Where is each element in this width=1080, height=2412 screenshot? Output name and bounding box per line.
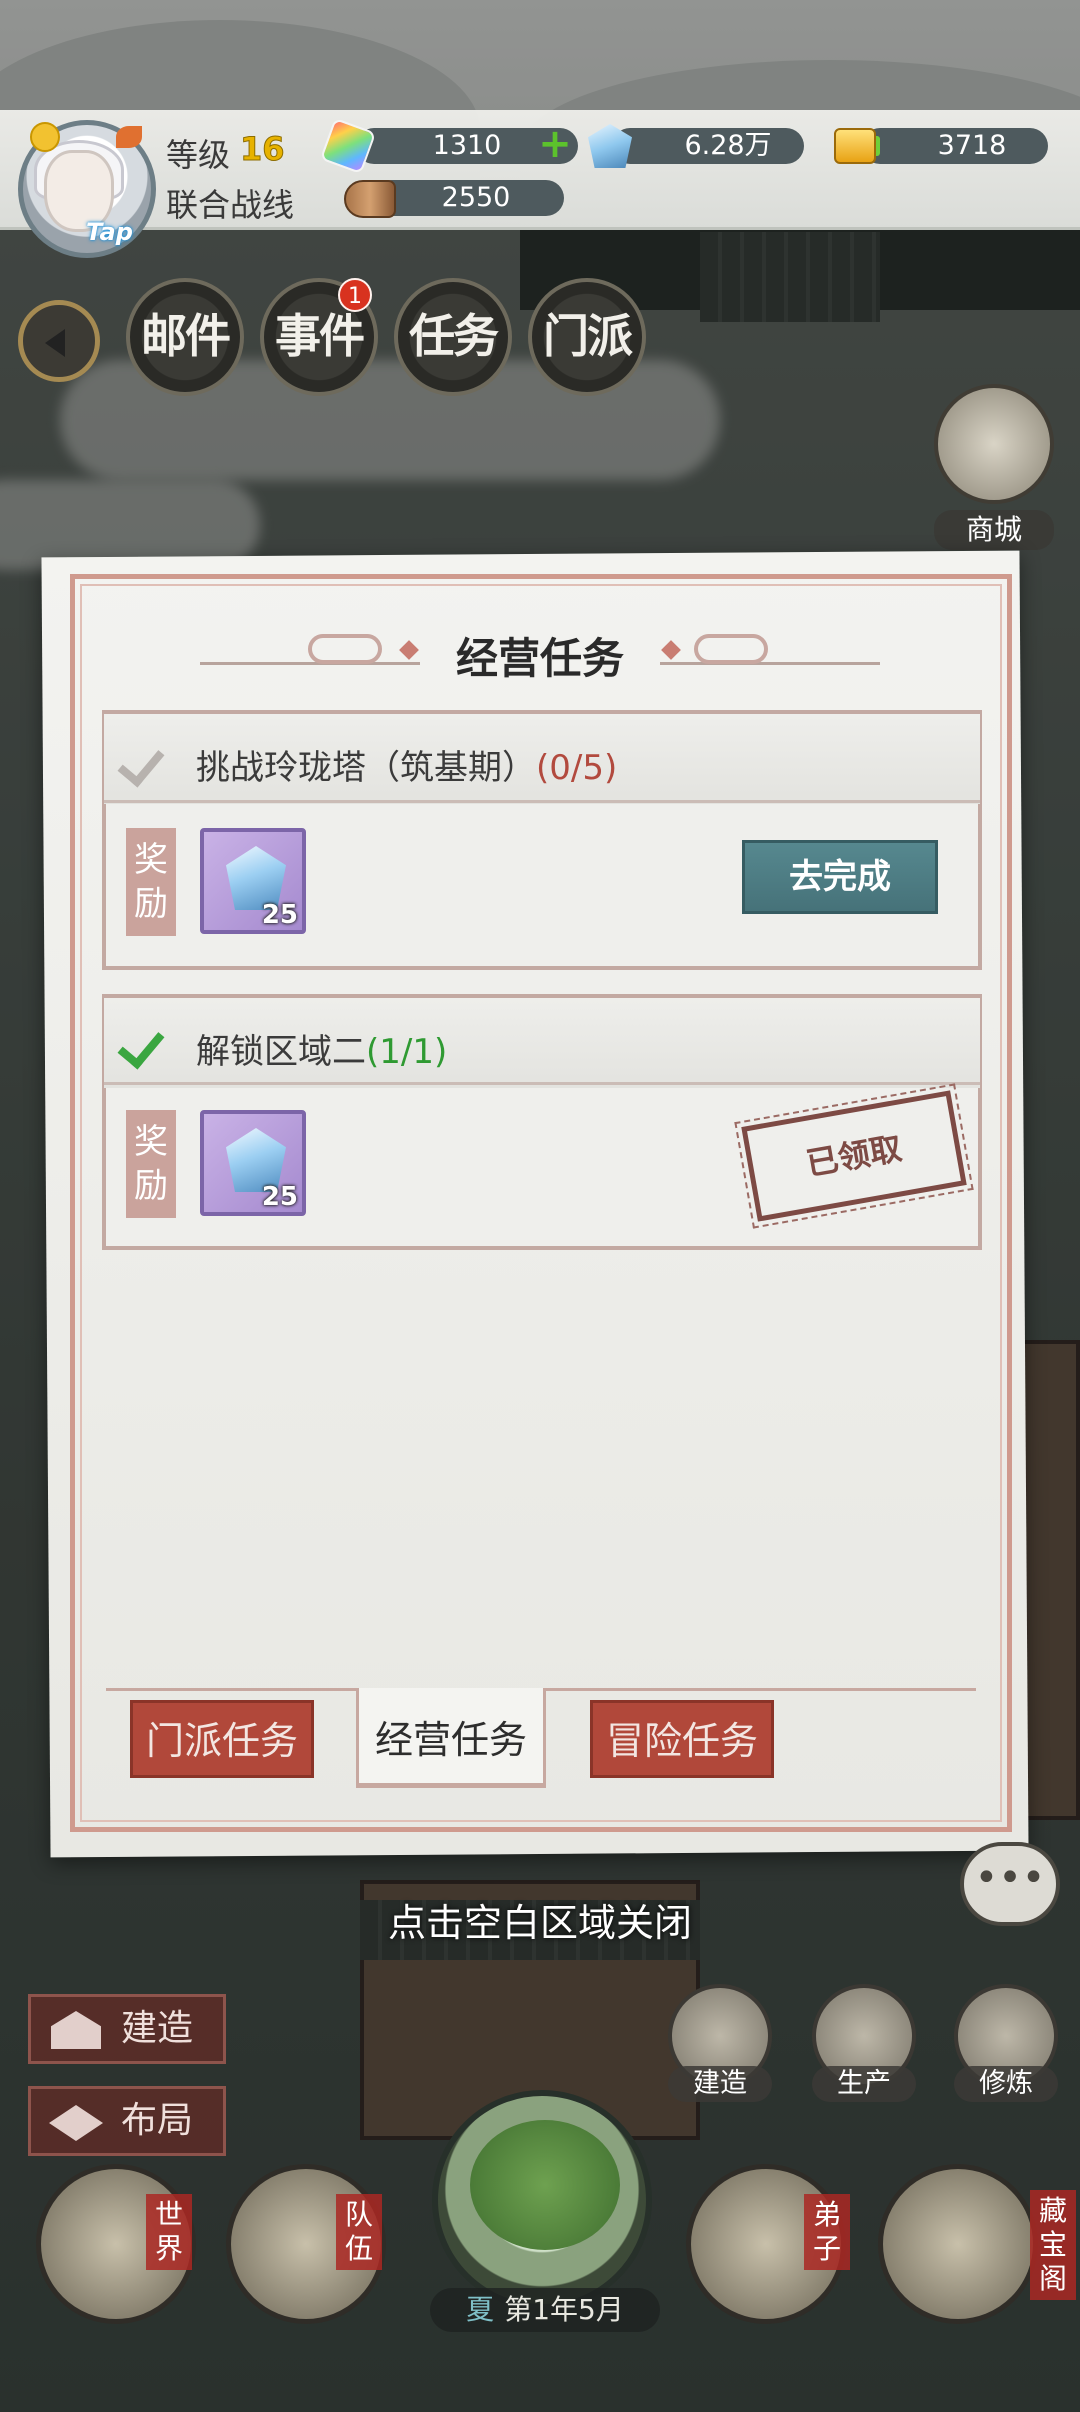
tab-adventure-tasks[interactable]: 冒险任务 [590,1700,774,1778]
date-label: 第1年5月 [504,2293,624,2326]
tab-business-tasks[interactable]: 经营任务 [356,1688,546,1788]
treasure-label[interactable]: 藏宝阁 [1030,2190,1076,2300]
spirit-stone-counter: 6.28万 [612,128,804,164]
sun-icon [30,122,60,152]
rainbow-gem-value: 1310 [432,130,502,161]
task-divider [104,800,980,803]
dialog-title: 经营任务 [455,634,624,683]
gold-ingot-icon [834,128,876,164]
task-progress: (0/5) [536,748,618,788]
reward-label: 奖励 [126,828,176,936]
level-value: 16 [240,130,286,169]
wood-counter: 2550 [374,180,564,216]
reward-item-spirit-stone[interactable]: 25 [200,828,306,934]
treasure-pavilion-icon[interactable] [878,2164,1038,2324]
produce-label[interactable]: 生产 [812,2066,916,2102]
team-label[interactable]: 队伍 [336,2194,382,2270]
reward-count: 25 [261,900,298,930]
task-title: 解锁区域二(1/1) [196,1024,447,1073]
task-progress: (1/1) [366,1032,448,1072]
chat-button[interactable]: ••• [960,1842,1060,1926]
gold-counter: 3718 [862,128,1048,164]
disciple-label[interactable]: 弟子 [804,2194,850,2270]
game-date: 夏第1年5月 [430,2288,660,2332]
task-title-text: 挑战玲珑塔（筑基期） [196,748,536,788]
avatar-tap-tag: Tap [86,218,133,246]
spirit-stone-value: 6.28万 [684,130,772,161]
shop-label[interactable]: 商城 [934,510,1054,550]
gold-value: 3718 [937,130,1007,161]
close-hint: 点击空白区域关闭 [387,1901,692,1945]
season-label: 夏 [466,2293,495,2326]
build-menu-button[interactable]: 建造 [28,1994,226,2064]
world-label[interactable]: 世界 [146,2194,192,2270]
tab-sect-tasks[interactable]: 门派任务 [130,1700,314,1778]
cultivate-label[interactable]: 修炼 [954,2066,1058,2102]
house-icon [51,2011,101,2049]
task-title: 挑战玲珑塔（筑基期）(0/5) [196,740,617,789]
sect-button[interactable]: 门派 [528,278,646,396]
wood-value: 2550 [441,182,511,213]
reward-label: 奖励 [126,1110,176,1218]
event-notification-badge: 1 [338,278,372,312]
shop-icon[interactable] [934,384,1054,504]
build-label: 建造 [121,2008,194,2049]
check-icon-completed [120,1024,168,1060]
build-round-label[interactable]: 建造 [668,2066,772,2102]
back-button[interactable] [18,300,100,382]
chat-bubble-icon: ••• [974,1855,1046,1901]
check-icon-pending [120,742,168,778]
left-arrow-icon [45,329,65,357]
maple-leaf-icon [116,126,142,148]
reward-item-spirit-stone[interactable]: 25 [200,1110,306,1216]
task-title-text: 解锁区域二 [196,1032,366,1072]
plus-icon[interactable]: + [538,124,572,164]
united-front-label[interactable]: 联合战线 [166,180,294,226]
layout-label: 布局 [121,2100,194,2141]
layout-menu-button[interactable]: 布局 [28,2086,226,2156]
task-divider [104,1082,980,1085]
level-label: 等级 [166,136,231,174]
tree-icon [470,2120,620,2250]
reward-count: 25 [261,1182,298,1212]
go-complete-button[interactable]: 去完成 [742,840,938,914]
layout-icon [49,2105,103,2141]
wood-log-icon [344,180,396,218]
mail-button[interactable]: 邮件 [126,278,244,396]
task-button[interactable]: 任务 [394,278,512,396]
